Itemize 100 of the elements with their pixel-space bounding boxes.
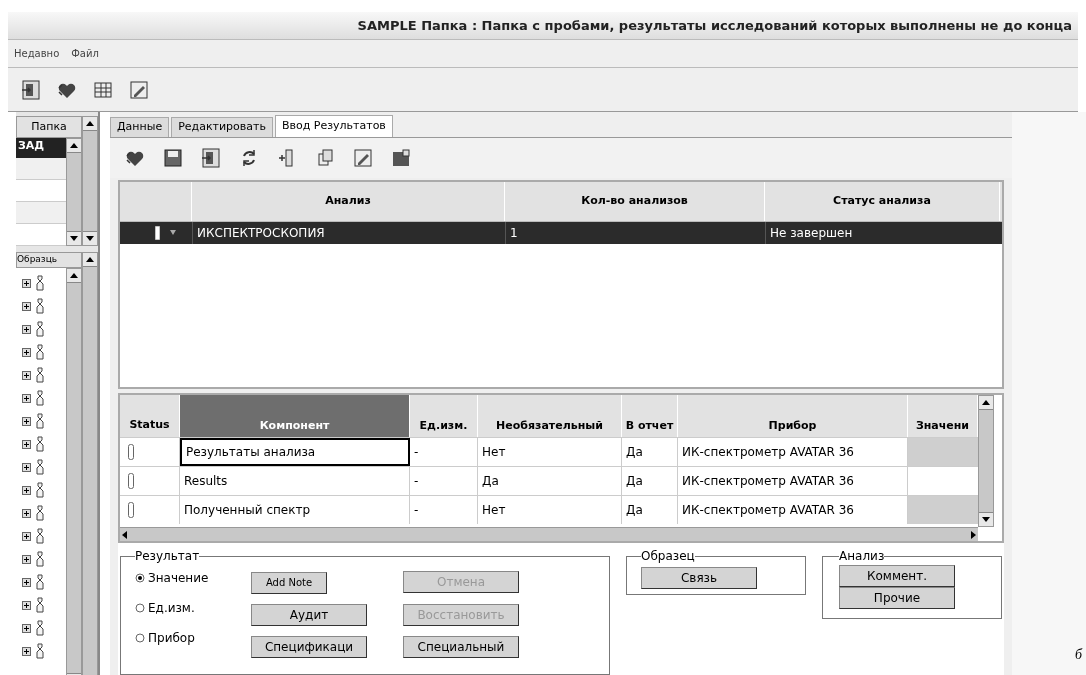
group-title: Образец (641, 548, 695, 565)
sample-icon (35, 620, 45, 636)
action-button[interactable]: Спецификаци (251, 635, 367, 658)
column-header[interactable]: Статус анализа (765, 181, 1000, 221)
sample-icon (35, 413, 45, 429)
tab[interactable]: Ввод Результатов (274, 115, 393, 137)
sample-icon (35, 436, 45, 452)
sample-icon (35, 597, 45, 613)
scrollbar[interactable] (66, 138, 82, 246)
expand-icon[interactable] (22, 577, 31, 587)
radio-icon[interactable] (135, 573, 145, 583)
table-cell: Да (622, 496, 678, 524)
action-button[interactable]: Аудит (251, 603, 367, 626)
scroll-down-icon[interactable] (982, 517, 990, 522)
sample-icon (35, 574, 45, 590)
expand-icon[interactable] (22, 416, 31, 426)
sample-icon (35, 528, 45, 544)
column-header[interactable]: Компонент (180, 395, 410, 437)
exit-icon[interactable] (20, 78, 42, 101)
group-title: Анализ (839, 548, 885, 565)
expand-icon[interactable] (22, 301, 31, 311)
scroll-up-icon[interactable] (86, 121, 94, 126)
menu-item[interactable]: Файл (71, 46, 99, 61)
group-title: Результат (135, 548, 200, 565)
expand-icon[interactable] (22, 370, 31, 380)
status-icon (128, 473, 134, 489)
table-cell: - (410, 496, 478, 524)
expand-icon[interactable] (22, 324, 31, 334)
column-header[interactable]: Кол-во анализов (505, 181, 765, 221)
expand-icon[interactable] (22, 393, 31, 403)
scrollbar[interactable] (978, 395, 994, 527)
status-icon (128, 444, 134, 460)
action-button[interactable]: Прочие (839, 587, 955, 609)
scrollbar[interactable] (82, 116, 98, 246)
expand-icon[interactable] (22, 646, 31, 656)
radio-icon[interactable] (135, 603, 145, 613)
action-button[interactable]: Коммент. (839, 565, 955, 587)
sample-icon (35, 505, 45, 521)
action-button[interactable]: Специальный (403, 635, 519, 658)
expand-icon[interactable] (22, 485, 31, 495)
sample-icon (35, 344, 45, 360)
scrollbar[interactable] (66, 267, 82, 675)
tab[interactable]: Редактировать (171, 117, 273, 137)
expand-icon[interactable] (22, 278, 31, 288)
status-icon (128, 502, 134, 518)
exit-icon[interactable] (200, 146, 222, 169)
table-cell: Нет (478, 496, 622, 524)
table-cell: Не завершен (765, 221, 1000, 244)
horizontal-scrollbar[interactable] (120, 527, 978, 541)
table-cell: Результаты анализа (180, 438, 410, 466)
scroll-right-icon[interactable] (971, 530, 976, 539)
sample-icon (35, 459, 45, 475)
table-row[interactable]: Results - Да Да ИК-спектрометр AVATAR 36 (120, 466, 978, 495)
expand-icon[interactable] (22, 347, 31, 357)
expand-icon[interactable] (22, 554, 31, 564)
radio-option[interactable]: Ед.изм. (135, 599, 235, 617)
table-row[interactable]: Результаты анализа - Нет Да ИК-спектрометр AVATAR 36 (120, 437, 978, 466)
table-cell: Полученный спектр (180, 496, 410, 524)
table-cell: 1 (505, 221, 765, 244)
expand-icon[interactable] (22, 508, 31, 518)
action-button[interactable]: Связь (641, 567, 757, 589)
expand-icon[interactable] (22, 600, 31, 610)
scroll-up-icon[interactable] (86, 257, 94, 262)
figure-caption: б (1074, 646, 1082, 664)
menu-item[interactable]: Недавно (14, 46, 60, 61)
table-row[interactable]: ИКСПЕКТРОСКОПИЯ 1 Не завершен (120, 221, 1002, 244)
action-button[interactable]: Add Note (251, 571, 327, 594)
column-header[interactable]: Анализ (192, 181, 505, 221)
radio-icon[interactable] (135, 633, 145, 643)
table-row[interactable]: Полученный спектр - Нет Да ИК-спектрометр AVATAR 36 (120, 495, 978, 524)
table-cell: ИКСПЕКТРОСКОПИЯ (192, 221, 505, 244)
caret-icon[interactable] (170, 230, 176, 236)
radio-option[interactable]: Прибор (135, 629, 235, 647)
expand-icon[interactable] (22, 462, 31, 472)
sample-icon (35, 367, 45, 383)
panel-header: Образць (16, 252, 82, 268)
window-title: SAMPLE Папка : Папка с пробами, результаты исследований которых выполнены не до конца (357, 16, 1072, 35)
expand-icon[interactable] (22, 531, 31, 541)
locked-cell (908, 438, 978, 466)
edit-icon[interactable] (128, 78, 150, 101)
save-icon[interactable] (162, 146, 184, 169)
scroll-up-icon[interactable] (982, 400, 990, 405)
expand-icon[interactable] (22, 623, 31, 633)
radio-option[interactable]: Значение (135, 569, 235, 587)
sample-icon (35, 643, 45, 659)
status-icon (155, 225, 160, 240)
sample-icon (35, 275, 45, 291)
sample-icon (35, 321, 45, 337)
sample-icon (35, 551, 45, 567)
folder-item[interactable]: ЗАД (16, 138, 66, 158)
edit-icon[interactable] (352, 146, 374, 169)
expand-icon[interactable] (22, 439, 31, 449)
scrollbar[interactable] (82, 252, 98, 675)
sample-icon (35, 390, 45, 406)
scroll-up-icon[interactable] (70, 143, 78, 148)
scroll-up-icon[interactable] (70, 272, 78, 278)
tab[interactable]: Данные (110, 117, 170, 137)
scroll-left-icon[interactable] (122, 530, 127, 539)
locked-cell (908, 496, 978, 524)
sample-icon (35, 298, 45, 314)
